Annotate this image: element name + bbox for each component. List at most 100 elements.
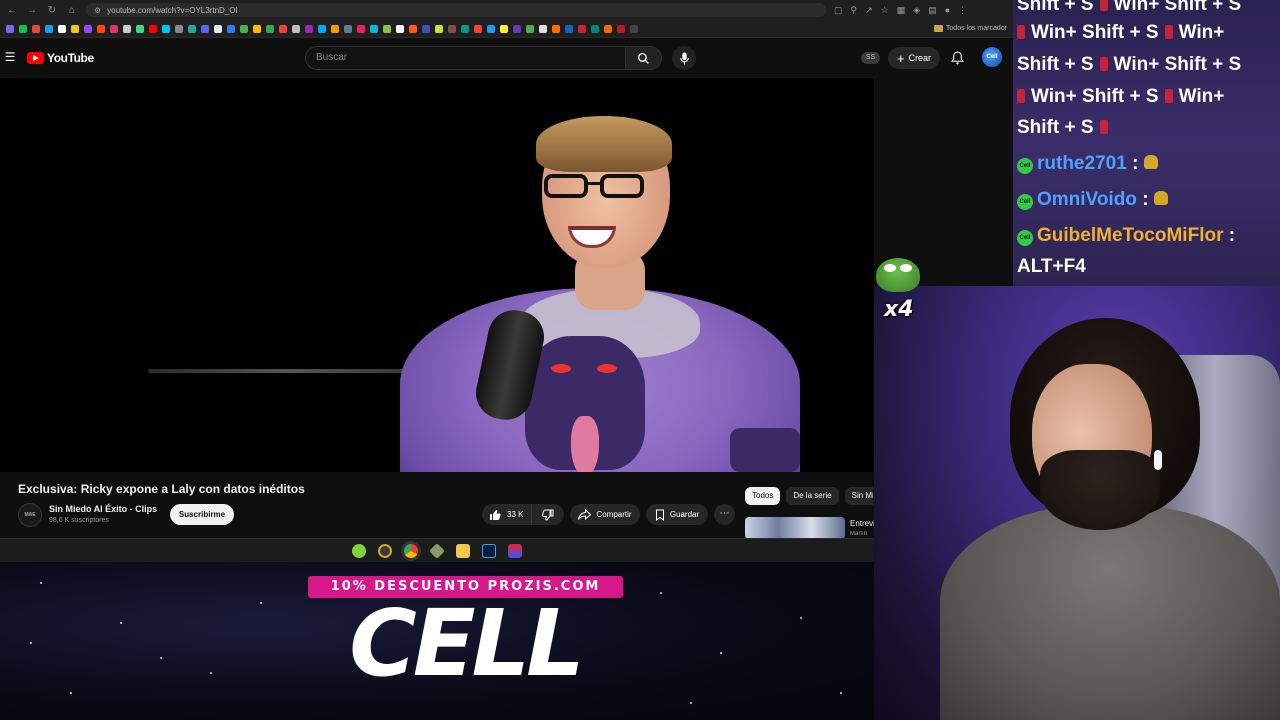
bookmark-icon[interactable] <box>552 24 560 33</box>
like-button[interactable]: 33 K <box>482 504 533 525</box>
gengar-eye <box>551 364 571 373</box>
cast-icon[interactable]: ▢ <box>834 5 843 16</box>
bookmark-icon[interactable] <box>617 24 625 33</box>
bookmark-icon[interactable] <box>149 24 157 33</box>
bookmark-icon[interactable] <box>383 24 391 33</box>
gengar-eye <box>597 364 617 373</box>
bookmark-icon[interactable] <box>344 24 352 33</box>
chip-sin-miedo[interactable]: Sin Miedo <box>844 487 873 505</box>
search-button[interactable] <box>626 46 662 70</box>
site-info-icon[interactable]: ⚙ <box>94 6 101 15</box>
bookmark-icon[interactable] <box>318 24 326 33</box>
notifications-button[interactable] <box>948 49 966 67</box>
profile-icon[interactable]: ● <box>945 5 950 16</box>
channel-avatar[interactable]: MAE <box>18 503 42 527</box>
photoshop-icon[interactable] <box>482 543 496 558</box>
mic-arm <box>148 369 428 373</box>
bookmark-icon[interactable] <box>448 24 456 33</box>
bookmark-icon[interactable] <box>305 24 313 33</box>
bookmark-icon[interactable] <box>422 24 430 33</box>
create-button[interactable]: + Crear <box>888 47 940 69</box>
bookmark-icon[interactable] <box>526 24 534 33</box>
bookmark-icon[interactable] <box>253 24 261 33</box>
bookmark-icon[interactable] <box>604 24 612 33</box>
subscribe-button[interactable]: Suscribirme <box>170 504 234 525</box>
bookmark-icon[interactable] <box>266 24 274 33</box>
bookmark-icon[interactable] <box>396 24 404 33</box>
bookmark-icon[interactable] <box>97 24 105 33</box>
bookmark-icon[interactable] <box>409 24 417 33</box>
bookmark-icon[interactable] <box>136 24 144 33</box>
bookmark-icon[interactable] <box>435 24 443 33</box>
bookmark-icon[interactable] <box>513 24 521 33</box>
video-player[interactable] <box>0 78 874 472</box>
recommended-video-title[interactable]: Entrevista <box>850 519 874 528</box>
bookmark-icon[interactable] <box>461 24 469 33</box>
bookmark-icon[interactable] <box>487 24 495 33</box>
thumbs-up-icon <box>490 509 501 520</box>
extension-icon[interactable]: ▦ <box>897 5 906 16</box>
bookmark-icon[interactable] <box>474 24 482 33</box>
bookmark-icon[interactable] <box>500 24 508 33</box>
bookmark-icon[interactable] <box>279 24 287 33</box>
bookmark-icon[interactable] <box>6 24 14 33</box>
bookmark-icon[interactable] <box>539 24 547 33</box>
bookmarks-folder[interactable]: Todos los marcador <box>933 25 1007 32</box>
bookmark-icon[interactable] <box>201 24 209 33</box>
ss-badge[interactable]: SS <box>861 52 880 64</box>
bookmark-icon[interactable] <box>32 24 40 33</box>
bookmark-icon[interactable] <box>123 24 131 33</box>
bookmark-icon[interactable] <box>227 24 235 33</box>
bookmark-star-icon[interactable]: ☆ <box>881 5 889 16</box>
bookmark-icon[interactable] <box>45 24 53 33</box>
reload-icon[interactable]: ↻ <box>46 5 58 16</box>
file-explorer-icon[interactable] <box>456 543 470 558</box>
bookmark-icon[interactable] <box>71 24 79 33</box>
bookmark-icon[interactable] <box>578 24 586 33</box>
account-avatar[interactable]: Cell <box>982 47 1002 67</box>
search-input[interactable]: Buscar <box>305 46 626 70</box>
bookmark-icon[interactable] <box>58 24 66 33</box>
chat-text: : <box>1132 153 1139 174</box>
bookmark-icon[interactable] <box>162 24 170 33</box>
share-button[interactable]: Compartir <box>570 504 640 525</box>
save-button[interactable]: Guardar <box>646 504 708 525</box>
channel-name[interactable]: Sin Miedo Al Éxito - Clips <box>49 504 157 514</box>
taskbar-app-icon[interactable] <box>508 543 522 558</box>
bookmark-icon[interactable] <box>591 24 599 33</box>
taskbar-app-icon[interactable] <box>352 543 366 558</box>
bookmark-icon[interactable] <box>110 24 118 33</box>
home-icon[interactable]: ⌂ <box>66 5 78 16</box>
share-page-icon[interactable]: ↗ <box>865 5 873 16</box>
bookmark-icon[interactable] <box>188 24 196 33</box>
bookmark-icon[interactable] <box>19 24 27 33</box>
bookmark-icon[interactable] <box>630 24 638 33</box>
recommended-video-thumbnail[interactable] <box>745 517 845 539</box>
browser-menu-icon[interactable]: ⋮ <box>958 5 967 16</box>
youtube-logo[interactable]: YouTube <box>27 51 94 65</box>
voice-search-button[interactable] <box>672 46 696 70</box>
taskbar-app-icon[interactable] <box>429 542 445 559</box>
extensions-puzzle-icon[interactable]: ◈ <box>913 5 920 16</box>
forward-icon[interactable]: → <box>26 5 38 16</box>
chrome-icon[interactable] <box>404 543 418 558</box>
sidebar-icon[interactable]: ▤ <box>928 5 937 16</box>
taskbar-app-icon[interactable] <box>378 543 392 558</box>
more-actions-button[interactable]: ⋯ <box>714 504 735 525</box>
bookmark-icon[interactable] <box>175 24 183 33</box>
bookmark-icon[interactable] <box>84 24 92 33</box>
bookmark-icon[interactable] <box>357 24 365 33</box>
address-bar[interactable]: ⚙ youtube.com/watch?v=OYL3rtnD_OI <box>86 3 826 17</box>
chip-todos[interactable]: Todos <box>745 487 781 505</box>
bookmark-icon[interactable] <box>240 24 248 33</box>
zoom-icon[interactable]: ⚲ <box>851 5 858 16</box>
hamburger-menu-icon[interactable]: ☰ <box>3 50 17 64</box>
bookmark-icon[interactable] <box>565 24 573 33</box>
bookmark-icon[interactable] <box>292 24 300 33</box>
dislike-button[interactable] <box>532 509 564 521</box>
bookmark-icon[interactable] <box>331 24 339 33</box>
bookmark-icon[interactable] <box>214 24 222 33</box>
bookmark-icon[interactable] <box>370 24 378 33</box>
chip-de-la-serie[interactable]: De la serie <box>786 487 839 505</box>
back-icon[interactable]: ← <box>6 5 18 16</box>
